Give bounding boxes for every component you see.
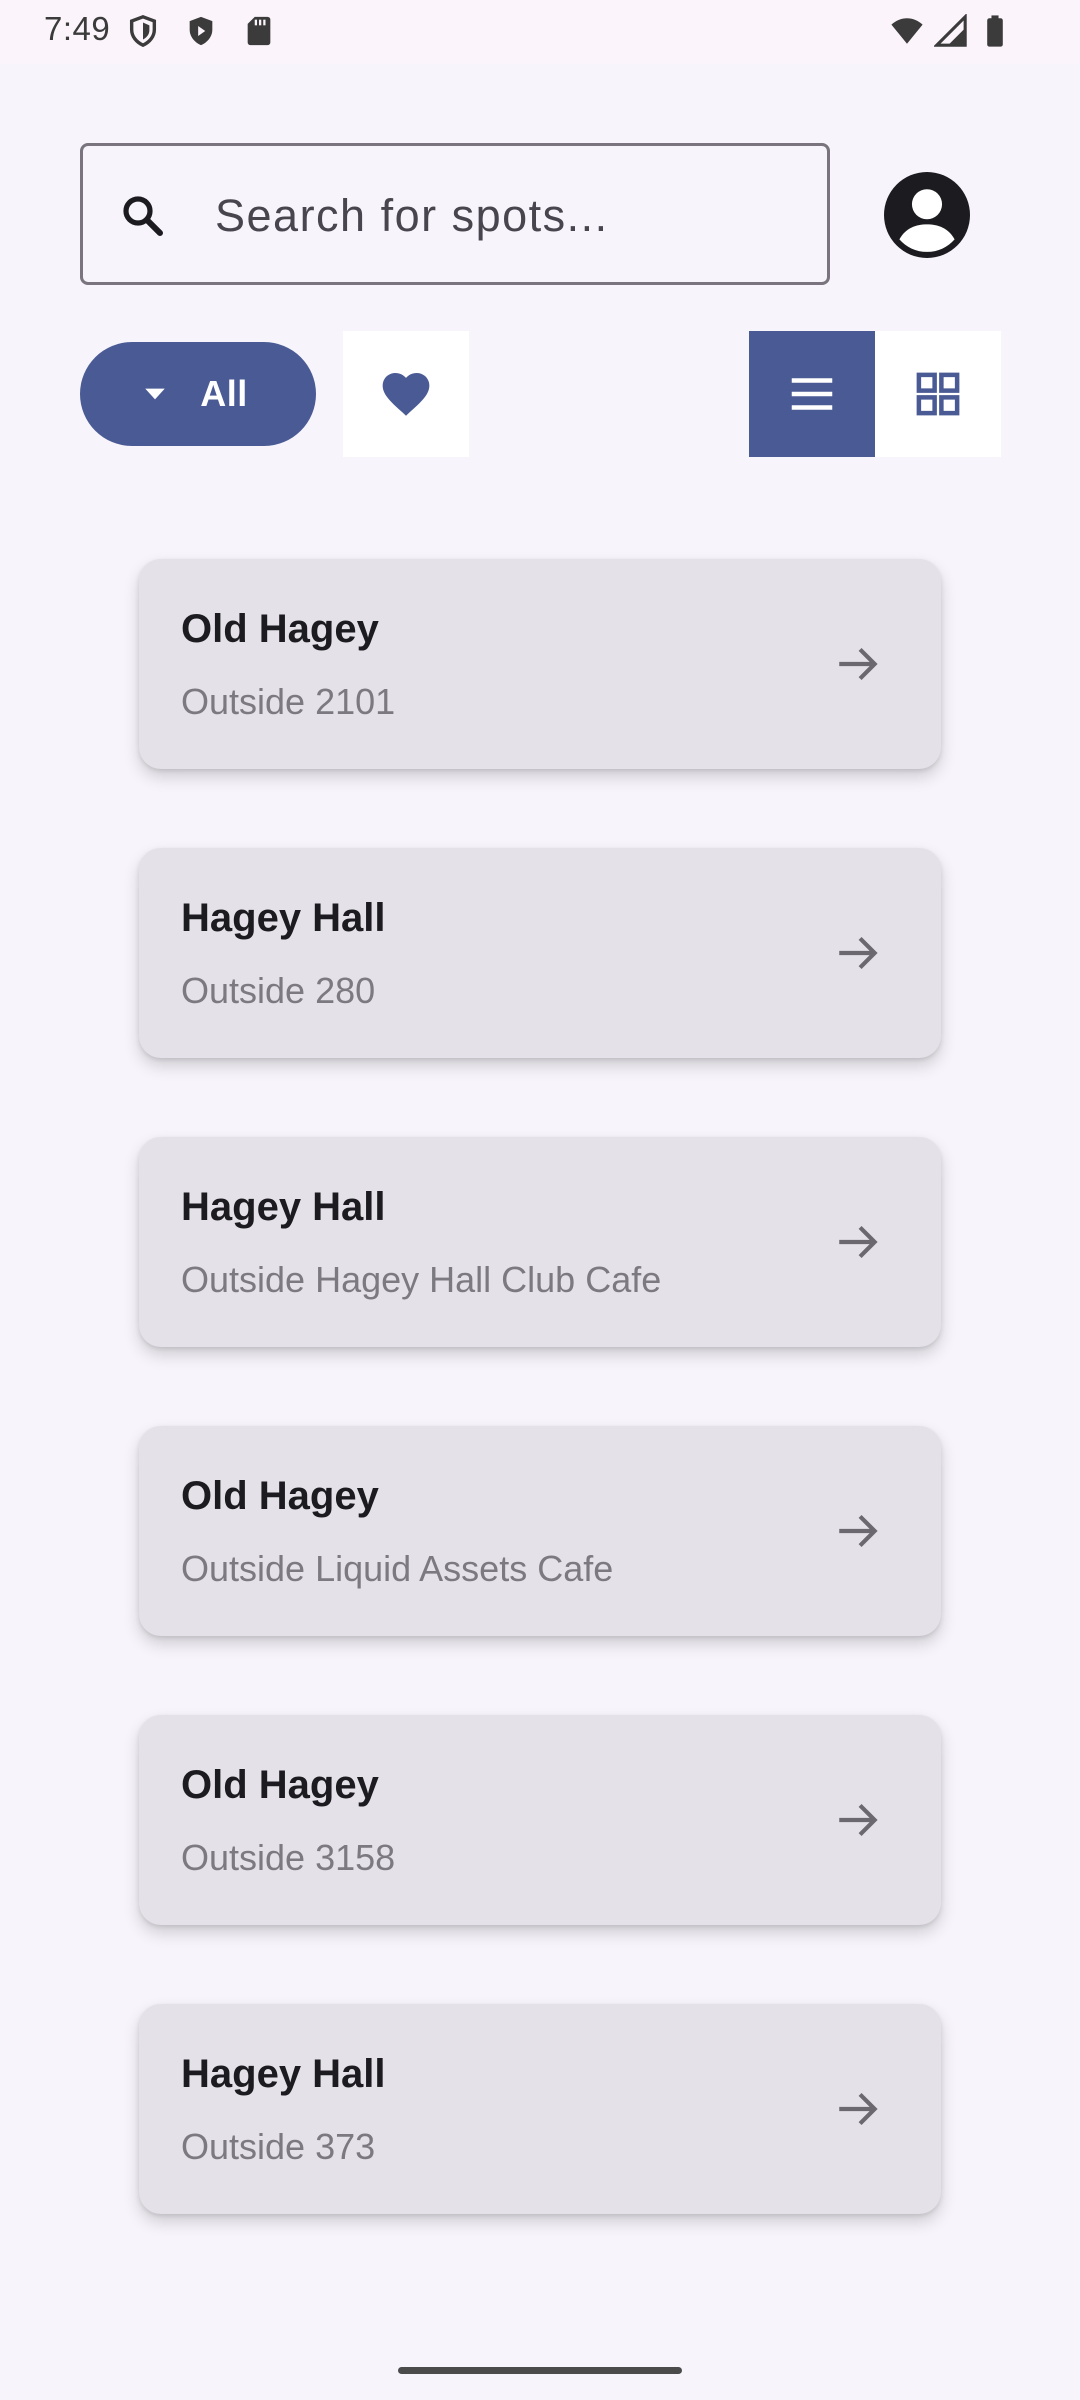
grid-view-icon <box>916 372 960 416</box>
spot-list[interactable]: Old Hagey Outside 2101 Hagey Hall Outsid… <box>0 490 1000 2236</box>
status-bar: 7:49 <box>0 0 1080 64</box>
signal-icon <box>934 14 967 47</box>
wifi-icon <box>891 18 923 44</box>
category-filter-button[interactable]: All <box>80 342 316 446</box>
arrow-right-icon <box>839 1225 878 1259</box>
home-indicator[interactable] <box>398 2367 682 2374</box>
shield-icon <box>129 15 157 48</box>
heart-icon <box>382 373 430 416</box>
spot-location: Outside Liquid Assets Cafe <box>181 1548 614 1589</box>
spot-card[interactable]: Hagey Hall Outside 373 <box>139 2004 941 2214</box>
filter-label: All <box>200 373 248 414</box>
spot-card[interactable]: Hagey Hall Outside 280 <box>139 848 941 1058</box>
search-input[interactable] <box>215 186 795 246</box>
spot-card[interactable]: Old Hagey Outside Liquid Assets Cafe <box>139 1426 941 1636</box>
spot-card[interactable]: Hagey Hall Outside Hagey Hall Club Cafe <box>139 1137 941 1347</box>
battery-icon <box>987 15 1003 47</box>
dropdown-arrow-icon <box>145 388 165 400</box>
list-view-icon <box>791 378 833 410</box>
spot-location: Outside 373 <box>181 2126 376 2167</box>
search-icon <box>123 196 163 236</box>
play-protect-icon <box>189 16 213 46</box>
search-box[interactable] <box>80 143 830 285</box>
arrow-right-icon <box>839 1514 878 1548</box>
spot-name: Hagey Hall <box>181 1185 386 1229</box>
arrow-right-icon <box>839 1803 878 1837</box>
arrow-right-icon <box>839 647 878 681</box>
arrow-right-icon <box>839 2092 878 2126</box>
grid-view-button[interactable] <box>875 331 1001 457</box>
spot-card[interactable]: Old Hagey Outside 2101 <box>139 559 941 769</box>
list-view-button[interactable] <box>749 331 875 457</box>
view-toggle <box>749 331 1001 457</box>
status-time: 7:49 <box>44 10 111 47</box>
spot-location: Outside 2101 <box>181 681 396 722</box>
sd-card-icon <box>247 16 271 46</box>
spot-card[interactable]: Old Hagey Outside 3158 <box>139 1715 941 1925</box>
spot-name: Old Hagey <box>181 1474 379 1518</box>
spot-name: Hagey Hall <box>181 2052 386 2096</box>
spot-location: Outside 3158 <box>181 1837 396 1878</box>
spot-name: Old Hagey <box>181 1763 379 1807</box>
spot-name: Old Hagey <box>181 607 379 651</box>
spot-location: Outside 280 <box>181 970 376 1011</box>
favorites-filter-button[interactable] <box>343 331 469 457</box>
spot-location: Outside Hagey Hall Club Cafe <box>181 1259 662 1300</box>
arrow-right-icon <box>839 936 878 970</box>
spot-name: Hagey Hall <box>181 896 386 940</box>
account-circle-icon[interactable] <box>884 172 970 258</box>
